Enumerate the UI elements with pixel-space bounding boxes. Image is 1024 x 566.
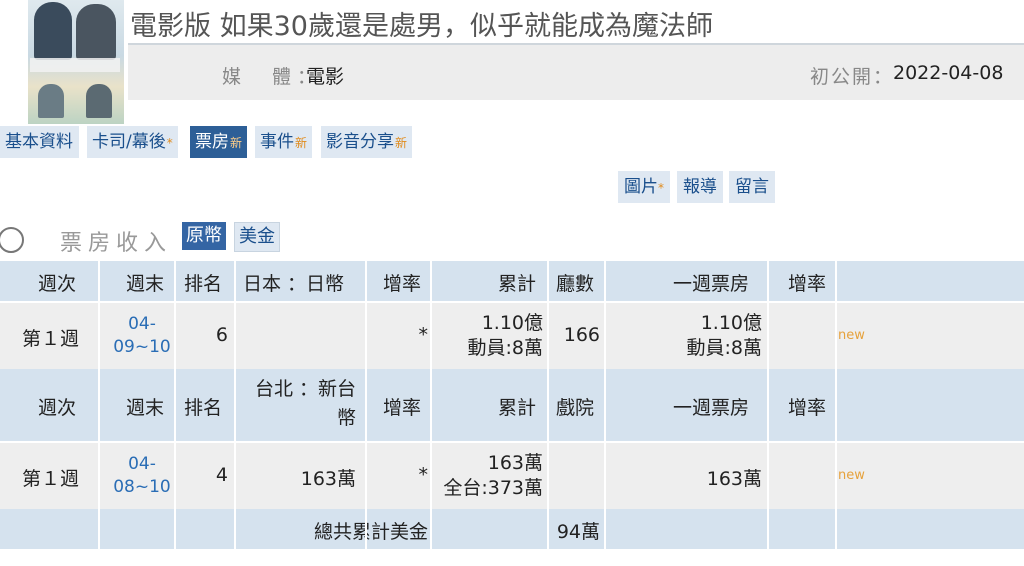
growth-cell: * — [418, 464, 429, 486]
week-cell: 第１週 — [22, 468, 80, 490]
rank-cell: 6 — [215, 324, 228, 346]
screens-cell: 166 — [563, 324, 600, 346]
col-weekend: 週末 — [126, 273, 165, 295]
total-label: 總共累計美金 — [313, 521, 428, 543]
col-weekend: 週末 — [126, 397, 165, 419]
col-growth2: 增率 — [788, 397, 827, 419]
col-week: 週次 — [38, 397, 77, 419]
col-week: 週次 — [38, 273, 77, 295]
col-cumulative: 累計 — [498, 397, 537, 419]
release-label: 初公開： — [810, 66, 895, 88]
cumulative-cell: 163萬 全台:373萬 — [443, 452, 543, 499]
box-office-label: 票房收入 — [60, 231, 173, 256]
col-theaters: 戲院 — [556, 397, 595, 419]
release-value: 2022-04-08 — [893, 62, 1004, 84]
taipei-header-row: 週次 週末 排名 台北 ：新台幣 增率 累計 戲院 一週票房 增率 — [0, 369, 1024, 441]
col-cumulative: 累計 — [498, 273, 537, 295]
col-growth2: 增率 — [788, 273, 827, 295]
weekly-cell: 1.10億 動員:8萬 — [686, 312, 763, 359]
total-row: 總共累計美金 94萬 — [0, 509, 1024, 549]
weekly-cell: 163萬 — [706, 468, 762, 490]
tab-basic-info[interactable]: 基本資料 — [0, 126, 79, 158]
tab-box-office[interactable]: 票房新 — [190, 126, 248, 158]
col-rank: 排名 — [184, 273, 223, 295]
radio-button[interactable] — [0, 227, 24, 253]
tab-media-share[interactable]: 影音分享新 — [321, 126, 413, 158]
rank-cell: 4 — [215, 464, 228, 486]
weekend-link[interactable]: 04- 09~10 — [112, 313, 172, 359]
subtab-news[interactable]: 報導 — [677, 171, 723, 203]
table-row: 第１週 04- 08~10 4 163萬 * 163萬 全台:373萬 163萬 n… — [0, 443, 1024, 509]
col-weekly: 一週票房 — [673, 273, 750, 295]
tab-cast-crew[interactable]: 卡司/幕後* — [87, 126, 178, 158]
col-growth: 增率 — [383, 397, 422, 419]
tab-events[interactable]: 事件新 — [255, 126, 313, 158]
col-region: 日本 ：日幣 — [243, 273, 345, 295]
col-growth: 增率 — [383, 273, 422, 295]
col-weekly: 一週票房 — [673, 397, 750, 419]
new-badge: new — [838, 468, 865, 483]
page-title: 電影版 如果30歲還是處男，似乎就能成為魔法師 — [130, 11, 713, 42]
cumulative-cell: 1.10億 動員:8萬 — [467, 312, 544, 359]
currency-original-button[interactable]: 原幣 — [182, 222, 226, 250]
growth-cell: * — [418, 324, 429, 346]
subtab-images[interactable]: 圖片* — [618, 171, 670, 203]
weekend-gross-cell: 163萬 — [300, 468, 356, 490]
col-screens: 廳數 — [556, 273, 595, 295]
currency-usd-button[interactable]: 美金 — [234, 222, 280, 252]
col-rank: 排名 — [184, 397, 223, 419]
total-value: 94萬 — [556, 521, 600, 543]
movie-poster[interactable] — [28, 0, 124, 124]
table-row: 第１週 04- 09~10 6 * 1.10億 動員:8萬 166 1.10億 動員:… — [0, 303, 1024, 369]
subtab-comments[interactable]: 留言 — [729, 171, 775, 203]
new-badge: new — [838, 328, 865, 343]
col-region: 台北 ：新台幣 — [254, 378, 356, 429]
japan-header-row: 週次 週末 排名 日本 ：日幣 增率 累計 廳數 一週票房 增率 — [0, 261, 1024, 301]
week-cell: 第１週 — [22, 328, 80, 350]
weekend-link[interactable]: 04- 08~10 — [112, 453, 172, 499]
media-value: 電影 — [306, 66, 345, 88]
